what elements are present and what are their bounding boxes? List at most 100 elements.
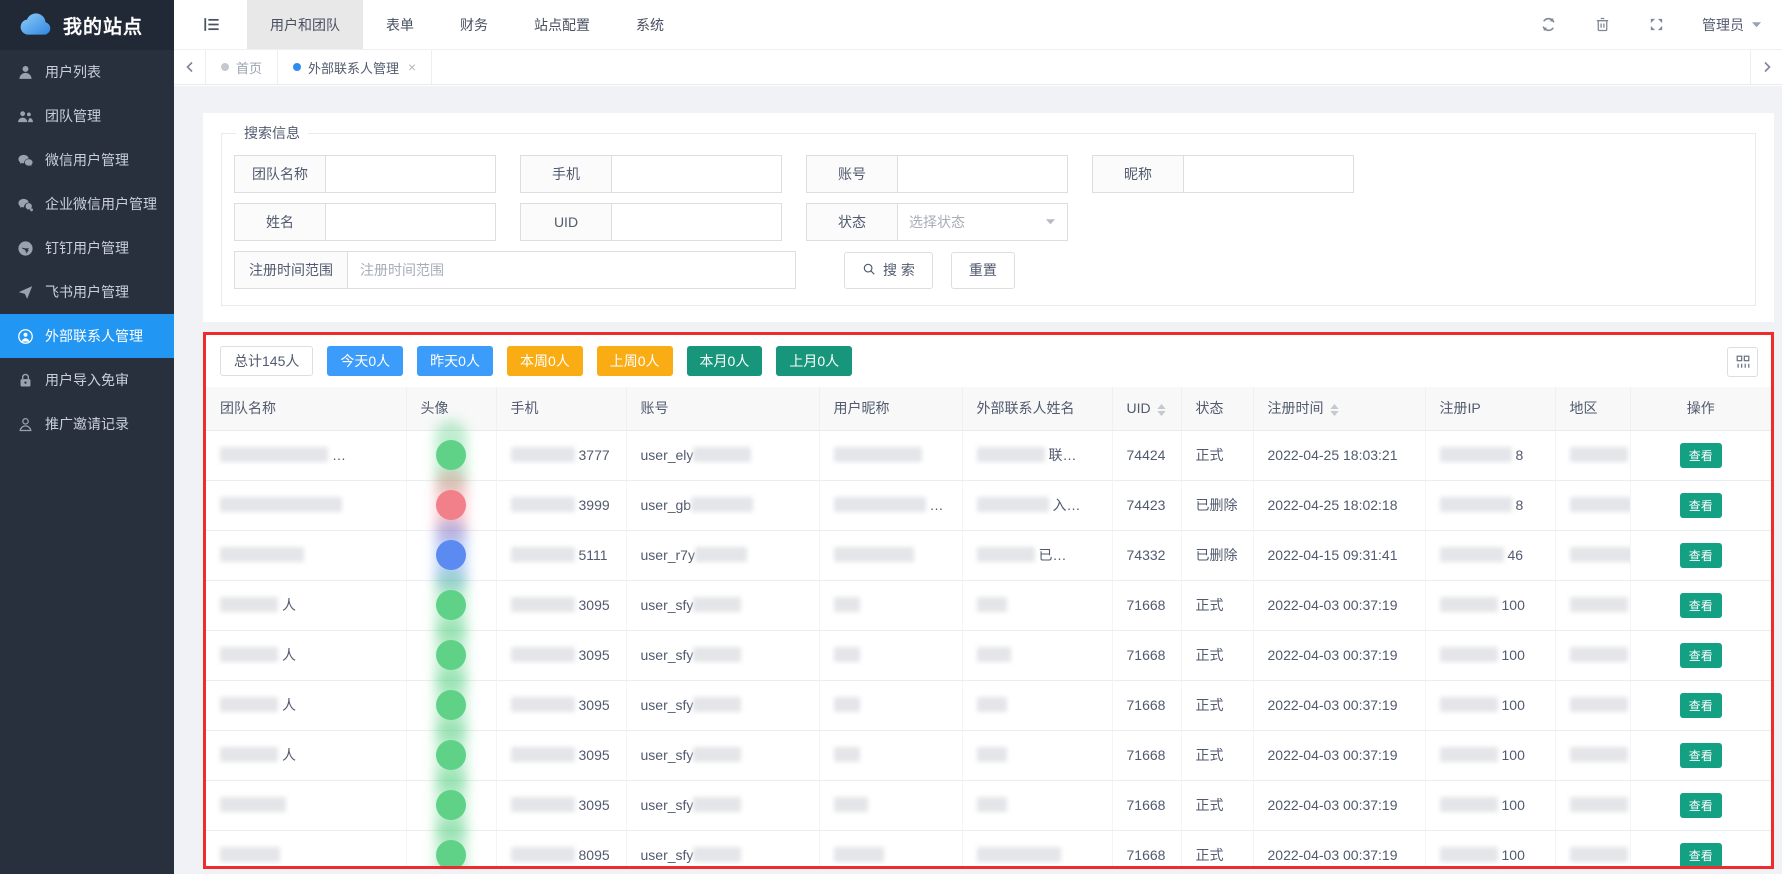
redacted-blur	[220, 697, 278, 712]
stat-badge: 上周0人	[597, 346, 673, 376]
avatar	[436, 640, 466, 670]
table-panel: 总计145人今天0人昨天0人本周0人上周0人本月0人上月0人 团队名称头像手机账…	[203, 332, 1774, 869]
col-header-注册时间[interactable]: 注册时间	[1253, 387, 1425, 430]
redacted-blur	[511, 497, 575, 512]
app-root: 我的站点 用户列表团队管理微信用户管理企业微信用户管理钉钉用户管理飞书用户管理外…	[0, 0, 1782, 874]
text-input[interactable]	[326, 203, 496, 241]
cell-phone: 8095	[496, 830, 626, 869]
col-header-地区: 地区	[1555, 387, 1630, 430]
sidebar-item-team-mgmt[interactable]: 团队管理	[0, 94, 174, 138]
stat-badge: 本周0人	[507, 346, 583, 376]
cell-status: 正式	[1181, 580, 1253, 630]
fullscreen-icon[interactable]	[1648, 16, 1665, 33]
redacted-blur	[691, 497, 753, 512]
column-settings-button[interactable]	[1727, 347, 1758, 377]
redacted-blur	[1440, 647, 1498, 662]
col-header-状态: 状态	[1181, 387, 1253, 430]
redacted-blur	[977, 447, 1045, 462]
tag-dot-icon	[221, 63, 229, 71]
sidebar-item-label: 微信用户管理	[45, 150, 129, 170]
cell-region	[1555, 780, 1630, 830]
sidebar-item-wechat-users[interactable]: 微信用户管理	[0, 138, 174, 182]
field-UID: UID	[520, 203, 782, 241]
text-input[interactable]	[1184, 155, 1354, 193]
redacted-blur	[693, 797, 741, 812]
redacted-blur	[220, 497, 342, 512]
redacted-blur	[511, 847, 575, 862]
sidebar-item-wecom-users[interactable]: 企业微信用户管理	[0, 182, 174, 226]
trash-icon[interactable]	[1594, 16, 1611, 33]
view-button[interactable]: 查看	[1680, 443, 1722, 468]
date-range-input[interactable]: 注册时间范围	[348, 251, 796, 289]
sidebar-item-label: 企业微信用户管理	[45, 194, 157, 214]
cell-status: 正式	[1181, 780, 1253, 830]
search-button[interactable]: 搜 索	[844, 252, 933, 289]
view-button[interactable]: 查看	[1680, 493, 1722, 518]
redacted-blur	[1570, 547, 1631, 562]
tab-system[interactable]: 系统	[613, 0, 687, 49]
tab-site-config[interactable]: 站点配置	[511, 0, 613, 49]
sidebar-item-user-list[interactable]: 用户列表	[0, 50, 174, 94]
cell-register-time: 2022-04-03 00:37:19	[1253, 680, 1425, 730]
view-button[interactable]: 查看	[1680, 843, 1722, 868]
redacted-blur	[1440, 547, 1504, 562]
status-select[interactable]: 选择状态	[898, 203, 1068, 241]
reset-button[interactable]: 重置	[951, 252, 1015, 289]
sidebar-item-feishu-users[interactable]: 飞书用户管理	[0, 270, 174, 314]
tab-forms[interactable]: 表单	[363, 0, 437, 49]
cell-register-time: 2022-04-03 00:37:19	[1253, 630, 1425, 680]
sidebar-item-user-import[interactable]: 用户导入免审	[0, 358, 174, 402]
collapse-menu-icon[interactable]	[174, 0, 247, 49]
tab-finance[interactable]: 财务	[437, 0, 511, 49]
text-input[interactable]	[612, 155, 782, 193]
redacted-blur	[220, 847, 280, 862]
cell-text: 人	[282, 697, 296, 713]
close-tag-icon[interactable]: ×	[408, 59, 416, 75]
view-button[interactable]: 查看	[1680, 693, 1722, 718]
view-button[interactable]: 查看	[1680, 743, 1722, 768]
field-账号: 账号	[806, 155, 1068, 193]
cell-text: 3095	[579, 747, 610, 763]
cell-status: 已删除	[1181, 530, 1253, 580]
view-button[interactable]: 查看	[1680, 543, 1722, 568]
tag-home[interactable]: 首页	[206, 50, 278, 84]
redacted-blur	[834, 747, 860, 762]
text-input[interactable]	[612, 203, 782, 241]
text-input[interactable]	[326, 155, 496, 193]
cell-text: user_sfy	[641, 797, 694, 813]
redacted-blur	[1440, 697, 1498, 712]
cell-uid: 71668	[1112, 630, 1181, 680]
col-header-用户昵称: 用户昵称	[819, 387, 962, 430]
admin-menu[interactable]: 管理员	[1702, 15, 1762, 35]
cell-actions: 查看	[1630, 480, 1771, 530]
tag-external-contacts[interactable]: 外部联系人管理×	[278, 50, 432, 84]
view-button[interactable]: 查看	[1680, 593, 1722, 618]
redacted-blur	[1440, 747, 1498, 762]
sidebar-item-invite-records[interactable]: 推广邀请记录	[0, 402, 174, 446]
redacted-blur	[695, 547, 747, 562]
cell-register-time: 2022-04-15 09:31:41	[1253, 530, 1425, 580]
text-input[interactable]	[898, 155, 1068, 193]
tab-users-teams[interactable]: 用户和团队	[247, 0, 363, 49]
sidebar-item-dingtalk-users[interactable]: 钉钉用户管理	[0, 226, 174, 270]
view-button[interactable]: 查看	[1680, 793, 1722, 818]
col-header-UID[interactable]: UID	[1112, 387, 1181, 430]
tags-scroll-left-icon[interactable]	[174, 50, 206, 84]
field-注册时间范围: 注册时间范围注册时间范围	[234, 251, 796, 289]
tags-scroll-right-icon[interactable]	[1750, 50, 1782, 84]
cell-text: 100	[1502, 597, 1525, 613]
redacted-blur	[834, 447, 922, 462]
redacted-blur	[1570, 447, 1628, 462]
avatar	[436, 840, 466, 869]
search-form-row: 团队名称手机账号昵称	[234, 155, 1743, 193]
chevron-down-icon	[1045, 214, 1056, 230]
sidebar-item-external-contacts[interactable]: 外部联系人管理	[0, 314, 174, 358]
cell-phone: 3999	[496, 480, 626, 530]
field-label: 账号	[806, 155, 898, 193]
sort-icon[interactable]	[1330, 404, 1339, 416]
sort-icon[interactable]	[1157, 404, 1166, 416]
refresh-icon[interactable]	[1540, 16, 1557, 33]
main-content: 搜索信息 团队名称手机账号昵称姓名UID状态选择状态注册时间范围注册时间范围搜 …	[174, 86, 1782, 874]
col-header-label: 外部联系人姓名	[977, 400, 1075, 416]
view-button[interactable]: 查看	[1680, 643, 1722, 668]
